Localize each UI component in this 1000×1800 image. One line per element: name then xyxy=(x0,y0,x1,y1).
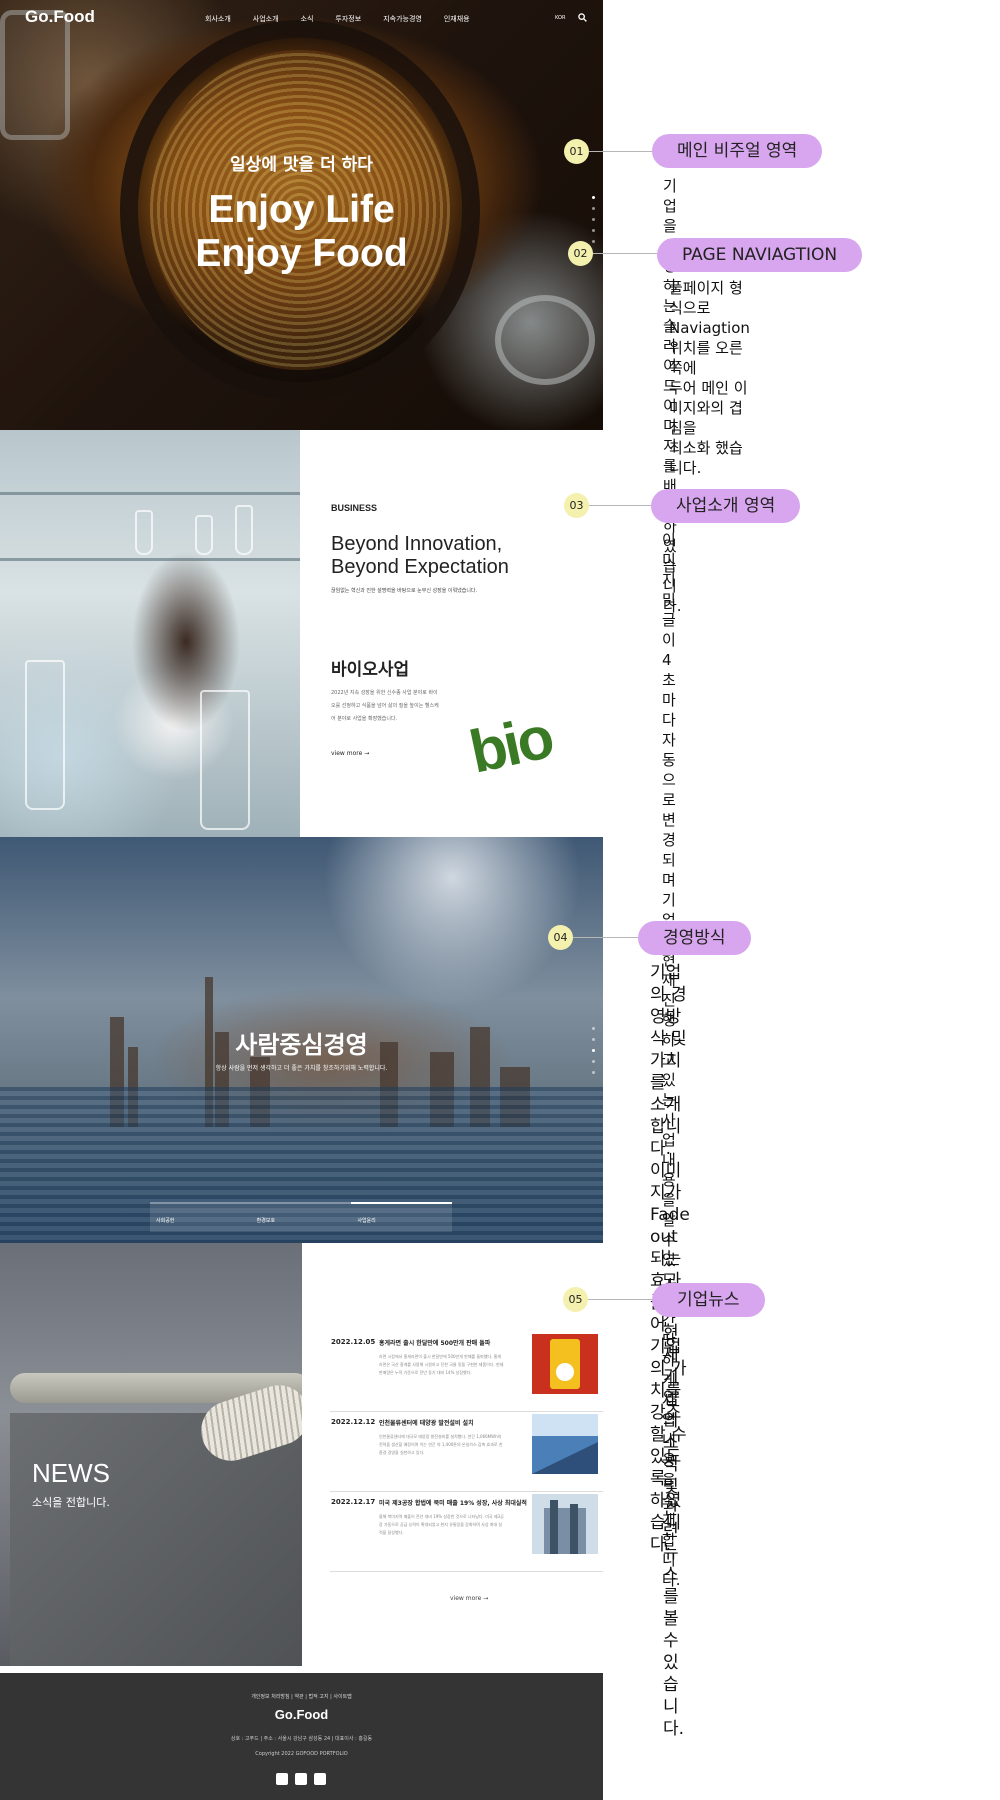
news-date: 2022.12.12 xyxy=(331,1418,376,1426)
bio-title: 바이오사업 xyxy=(331,660,410,680)
twitter-icon[interactable] xyxy=(314,1773,326,1785)
news-date: 2022.12.05 xyxy=(331,1338,376,1346)
news-thumbnail[interactable] xyxy=(532,1334,598,1394)
management-heading: 사람중심경영 xyxy=(235,1031,368,1059)
page-dot[interactable] xyxy=(592,218,595,221)
news-item[interactable]: 2022.12.05 홍게라면 출시 한달만에 500만개 판매 돌파 라면 시… xyxy=(330,1334,603,1412)
management-tabs: 사회공헌 환경보호 사업윤리 xyxy=(150,1202,453,1232)
page-dot[interactable] xyxy=(592,1049,595,1052)
language-selector[interactable]: KOR xyxy=(555,15,565,21)
social-links xyxy=(276,1773,326,1785)
arrow-right-icon: → xyxy=(483,1595,489,1602)
business-label: BUSINESS xyxy=(331,503,378,513)
annotation-number: 01 xyxy=(564,139,589,164)
annotation-title: 기업뉴스 xyxy=(652,1283,765,1317)
news-title: NEWS xyxy=(32,1458,110,1488)
footer-copyright: Copyright 2022 GOFOOD PORTFOLIO xyxy=(255,1751,348,1757)
news-thumbnail[interactable] xyxy=(532,1494,598,1554)
tab-environment[interactable]: 환경보호 xyxy=(250,1202,352,1232)
view-more-link[interactable]: view more → xyxy=(450,1595,488,1602)
annotation-title: 메인 비주얼 영역 xyxy=(652,134,823,168)
news-body: 라면 시장에서 홍게라면이 출시 한달만에 500만개 판매를 돌파했다. 홍게… xyxy=(379,1354,504,1375)
mailbox-photo: NEWS 소식을 전합니다. xyxy=(0,1243,302,1666)
nav-item-recruit[interactable]: 인재채용 xyxy=(444,14,470,24)
page-dot[interactable] xyxy=(592,1038,595,1041)
tab-ethics[interactable]: 사업윤리 xyxy=(351,1202,453,1232)
hero-section: Go.Food 회사소개 사업소개 소식 투자정보 지속가능경영 인재채용 KO… xyxy=(0,0,603,430)
arrow-right-icon: → xyxy=(364,750,370,757)
lab-photo xyxy=(0,430,300,837)
page-dot[interactable] xyxy=(592,196,595,199)
facebook-icon[interactable] xyxy=(276,1773,288,1785)
page-navigation[interactable] xyxy=(592,1027,595,1074)
annotation-number: 03 xyxy=(564,493,589,518)
instagram-icon[interactable] xyxy=(295,1773,307,1785)
news-subtitle: 소식을 전합니다. xyxy=(32,1496,110,1509)
annotation-title: 경영방식 xyxy=(638,921,751,955)
hero-subtitle: 일상에 맛을 더 하다 xyxy=(230,155,373,175)
news-body: 인천물류센터에 대규모 태양광 발전설비를 설치했다. 연간 1,066MWh의… xyxy=(379,1434,503,1455)
page-dot[interactable] xyxy=(592,1060,595,1063)
footer-links[interactable]: 개인정보 처리방침 | 약관 | 법적 고지 | 사이트맵 xyxy=(0,1693,603,1700)
business-title: Beyond Innovation, Beyond Expectation xyxy=(331,533,509,578)
annotation-number: 04 xyxy=(548,925,573,950)
annotation-title: PAGE NAVIAGTION xyxy=(657,238,863,272)
bio-logo: bio xyxy=(463,703,558,786)
nav-item-invest[interactable]: 투자정보 xyxy=(335,14,361,24)
footer-logo[interactable]: Go.Food xyxy=(0,1707,603,1722)
search-icon[interactable] xyxy=(578,13,587,22)
site-logo[interactable]: Go.Food xyxy=(25,7,95,27)
annotation-number: 02 xyxy=(568,241,593,266)
news-item[interactable]: 2022.12.17 미국 제3공장 합법에 북미 매출 19% 성장, 사상 … xyxy=(330,1494,603,1572)
business-description: 끊임없는 혁신과 진한 설명력을 바탕으로 눈부신 성장을 이뤄냈습니다. xyxy=(331,588,478,594)
page-dot[interactable] xyxy=(592,1027,595,1030)
page-dot[interactable] xyxy=(592,207,595,210)
footer: 개인정보 처리방침 | 약관 | 법적 고지 | 사이트맵 Go.Food 상호… xyxy=(0,1673,603,1800)
main-nav: 회사소개 사업소개 소식 투자정보 지속가능경영 인재채용 xyxy=(205,14,492,24)
footer-info: 상호 : 고푸드 | 주소 : 서울시 강남구 삼성동 24 | 대표이사 : … xyxy=(230,1736,373,1742)
annotation-title: 사업소개 영역 xyxy=(651,489,801,523)
news-date: 2022.12.17 xyxy=(331,1498,376,1506)
news-headline[interactable]: 홍게라면 출시 한달만에 500만개 판매 돌파 xyxy=(379,1338,490,1347)
news-headline[interactable]: 미국 제3공장 합법에 북미 매출 19% 성장, 사상 최대실적 xyxy=(379,1498,527,1507)
nav-item-business[interactable]: 사업소개 xyxy=(253,14,279,24)
page-dot[interactable] xyxy=(592,240,595,243)
management-subtitle: 항상 사람을 먼저 생각하고 더 좋은 가치를 창조하기위해 노력합니다. xyxy=(215,1065,388,1072)
website-mockup: Go.Food 회사소개 사업소개 소식 투자정보 지속가능경영 인재채용 KO… xyxy=(0,0,603,1800)
page-navigation[interactable] xyxy=(592,196,595,243)
news-thumbnail[interactable] xyxy=(532,1414,598,1474)
bio-description: 2022년 지속 성장을 위한 신수종 사업 분야로 바이오를 선정하고 식품을… xyxy=(331,690,439,722)
view-more-link[interactable]: view more → xyxy=(331,750,369,757)
business-section: BUSINESS Beyond Innovation, Beyond Expec… xyxy=(0,430,603,837)
tab-social[interactable]: 사회공헌 xyxy=(150,1202,251,1232)
news-section: NEWS 소식을 전합니다. 2022.12.05 홍게라면 출시 한달만에 5… xyxy=(0,1243,603,1666)
page-dot[interactable] xyxy=(592,1071,595,1074)
nav-item-news[interactable]: 소식 xyxy=(301,14,314,24)
management-section: 사람중심경영 항상 사람을 먼저 생각하고 더 좋은 가치를 창조하기위해 노력… xyxy=(0,837,603,1243)
annotation-number: 05 xyxy=(563,1287,588,1312)
nav-item-company[interactable]: 회사소개 xyxy=(205,14,231,24)
news-headline[interactable]: 인천물류센터에 태양광 발전설비 설치 xyxy=(379,1418,474,1427)
nav-item-esg[interactable]: 지속가능경영 xyxy=(383,14,422,24)
annotation-note: 풀페이지 형식으로 Naviagtion 위치를 오른쪽에 두어 메인 이미지와… xyxy=(669,279,750,477)
news-item[interactable]: 2022.12.12 인천물류센터에 태양광 발전설비 설치 인천물류센터에 대… xyxy=(330,1414,603,1492)
hero-headline: Enjoy Life Enjoy Food xyxy=(195,188,408,275)
annotation-note: 현재 기업의 소식 및 관련 뉴스를 볼 수 있습니다. xyxy=(663,1323,685,1739)
news-body: 올해 북미지역 매출이 전년 대비 19% 성장한 것으로 나타났다. 미국 제… xyxy=(379,1514,504,1535)
page-dot[interactable] xyxy=(592,229,595,232)
